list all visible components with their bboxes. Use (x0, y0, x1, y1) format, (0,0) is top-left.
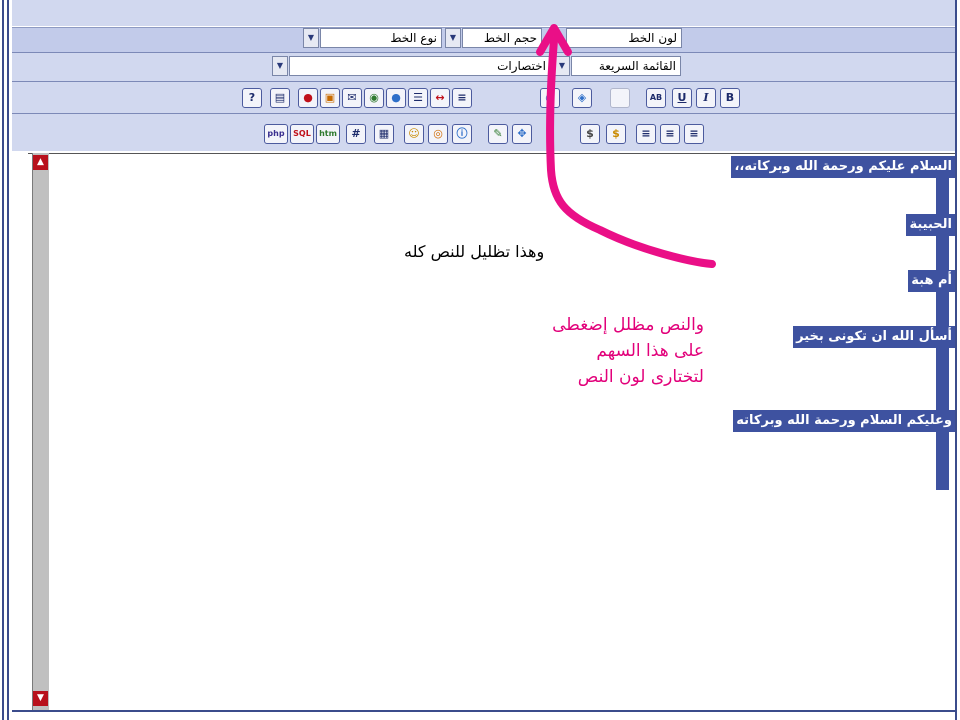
font-type-dropdown-button[interactable]: ▼ (303, 28, 319, 48)
copyright-button[interactable]: ◉ (540, 88, 560, 108)
html-button[interactable]: htm (316, 124, 340, 144)
toolbar-row-insert (12, 81, 955, 114)
move-button[interactable]: ✥ (512, 124, 532, 144)
align-left-button[interactable]: ≡ (636, 124, 656, 144)
annotation-caption: وهذا تظليل للنص كله (404, 242, 545, 261)
strikethrough-button[interactable]: AB (646, 88, 666, 108)
swatch-button[interactable] (610, 88, 630, 108)
pencil-icon: ✎ (493, 127, 503, 140)
align-right-icon: ≡ (689, 127, 699, 140)
scroll-up-icon[interactable]: ▲ (33, 155, 48, 170)
copyright-icon: ◉ (545, 91, 555, 104)
email-icon: ✉ (347, 91, 357, 104)
help-icon: ? (248, 91, 256, 104)
smiley-icon: ☺ (408, 127, 420, 140)
orb-icon: ● (391, 91, 401, 104)
move-icon: ✥ (517, 127, 527, 140)
editor-bottom-border (12, 710, 955, 712)
editor-scrollbar[interactable]: ▲ ▼ (32, 153, 49, 710)
shortcuts-dropdown-button[interactable]: ▼ (272, 56, 288, 76)
dropdown-arrow-icon: ▼ (307, 33, 315, 42)
anchor-icon: ◈ (577, 91, 587, 104)
toolbar-row-code (12, 113, 955, 152)
quick-menu-select[interactable]: القائمة السريعة (571, 56, 681, 76)
dropdown-arrow-icon: ▼ (449, 33, 457, 42)
list-icon: ☰ (413, 91, 423, 104)
align-center-button[interactable]: ≡ (660, 124, 680, 144)
dropdown-arrow-icon: ▼ (276, 61, 284, 70)
sql-button[interactable]: SQL (290, 124, 314, 144)
editor-line-3[interactable]: أم هبة (908, 270, 955, 292)
font-type-select[interactable]: نوع الخط (320, 28, 442, 48)
font-size-dropdown-button[interactable]: ▼ (445, 28, 461, 48)
font-color-select[interactable]: لون الخط (566, 28, 682, 48)
dollar-button[interactable]: $ (580, 124, 600, 144)
document-icon: ▤ (274, 91, 286, 104)
font-size-select[interactable]: حجم الخط (462, 28, 542, 48)
table-icon: ▦ (378, 127, 390, 140)
info-button[interactable]: ⓘ (452, 124, 472, 144)
align-icon: ≡ (457, 91, 467, 104)
circle-button[interactable]: ◎ (428, 124, 448, 144)
info-icon: ⓘ (456, 127, 468, 140)
align-left-icon: ≡ (641, 127, 651, 140)
align-button[interactable]: ≡ (452, 88, 472, 108)
color-icon: $ (612, 127, 620, 140)
link-button[interactable]: ↔ (430, 88, 450, 108)
editor-line-1[interactable]: السلام عليكم ورحمة الله وبركاته،، (731, 156, 955, 178)
underline-button[interactable]: U (672, 88, 692, 108)
globe-icon: ◉ (369, 91, 379, 104)
align-right-button[interactable]: ≡ (684, 124, 704, 144)
align-center-icon: ≡ (665, 127, 675, 140)
circle-icon: ◎ (433, 127, 443, 140)
selection-highlight (936, 158, 949, 490)
orb-button[interactable]: ● (386, 88, 406, 108)
annotation-note: والنص مظلل إضغطى على هذا السهم لتختارى ل… (552, 315, 704, 387)
pencil-button[interactable]: ✎ (488, 124, 508, 144)
scroll-down-icon[interactable]: ▼ (33, 691, 48, 706)
window-right-border (955, 0, 957, 720)
link-icon: ↔ (435, 91, 445, 104)
flash-icon: ● (303, 91, 313, 104)
image-icon: ▣ (324, 91, 336, 104)
dropdown-arrow-icon: ▼ (558, 61, 566, 70)
hash-button[interactable]: # (346, 124, 366, 144)
shortcuts-select[interactable]: اختصارات (289, 56, 551, 76)
color-button[interactable]: $ (606, 124, 626, 144)
image-button[interactable]: ▣ (320, 88, 340, 108)
smiley-button[interactable]: ☺ (404, 124, 424, 144)
toolbar-row-fonts (12, 0, 955, 27)
editor-text-area[interactable] (28, 153, 955, 711)
italic-button[interactable]: I (696, 88, 716, 108)
php-button[interactable]: php (264, 124, 288, 144)
window-left-border (0, 0, 12, 720)
list-button[interactable]: ☰ (408, 88, 428, 108)
quick-menu-dropdown-button[interactable]: ▼ (554, 56, 570, 76)
editor-line-4[interactable]: أسأل الله ان تكونى بخير (793, 326, 955, 348)
help-button[interactable]: ? (242, 88, 262, 108)
editor-line-2[interactable]: الحبيبة (906, 214, 955, 236)
globe-button[interactable]: ◉ (364, 88, 384, 108)
flash-button[interactable]: ● (298, 88, 318, 108)
email-button[interactable]: ✉ (342, 88, 362, 108)
dollar-icon: $ (586, 127, 594, 140)
bold-button[interactable]: B (720, 88, 740, 108)
table-button[interactable]: ▦ (374, 124, 394, 144)
document-button[interactable]: ▤ (270, 88, 290, 108)
editor-line-5[interactable]: وعليكم السلام ورحمة الله وبركاته (733, 410, 955, 432)
anchor-button[interactable]: ◈ (572, 88, 592, 108)
